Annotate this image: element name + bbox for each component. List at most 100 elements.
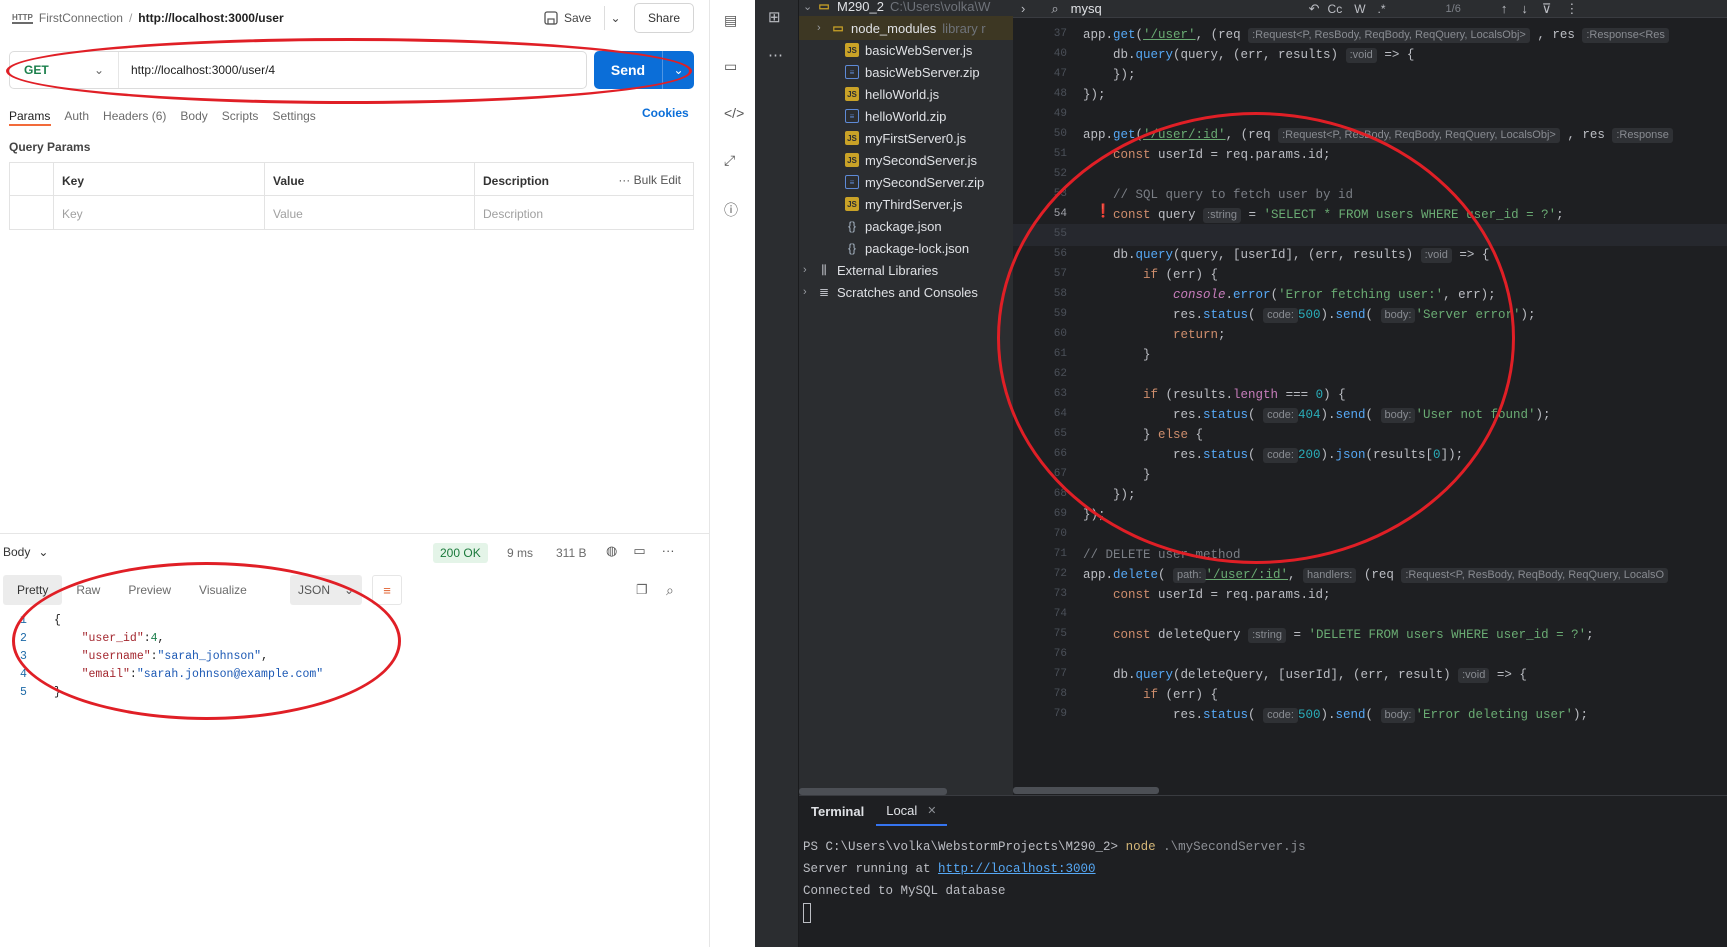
more-icon[interactable]: ⋯ [768,46,783,64]
terminal-output[interactable]: PS C:\Users\volka\WebstormProjects\M290_… [803,836,1306,924]
tree-item[interactable]: JS basicWebServer.js [799,38,1013,62]
tree-item[interactable]: JS myThirdServer.js [799,192,1013,216]
folder-icon: ▭ [818,0,830,13]
javascript-file-icon: JS [845,87,859,101]
tree-item[interactable]: ≡ mySecondServer.zip [799,170,1013,194]
query-params-title: Query Params [9,140,91,154]
column-header-value: Value [265,163,475,195]
column-header-description-label: Description [483,174,550,188]
terminal-tabs: Terminal Local ✕ [799,796,947,826]
breadcrumb-collection[interactable]: FirstConnection [39,11,123,25]
tree-item-label: myThirdServer.js [865,196,963,212]
tree-item[interactable]: › ⫼ External Libraries [799,258,1013,282]
tree-item-label: External Libraries [837,262,939,278]
project-root-path: C:\Users\volka\W [889,0,991,14]
server-link[interactable]: http://localhost:3000 [938,862,1096,876]
terminal-panel: Terminal Local ✕ PS C:\Users\volka\Webst… [799,795,1727,947]
search-icon[interactable]: ⌕ [666,582,674,599]
save-label: Save [564,11,592,25]
tree-item[interactable]: JS myFirstServer0.js [799,126,1013,150]
documentation-icon[interactable]: ▤ [724,12,737,29]
tree-item[interactable]: {} package-lock.json [799,236,1013,260]
code-line: db.query(deleteQuery, [userId], (err, re… [1083,668,1527,683]
info-icon[interactable]: ⓘ [724,200,738,220]
code-line: app.delete( path: '/user/:id', handlers: … [1083,568,1669,583]
key-input[interactable]: Key [54,196,265,229]
zip-file-icon: ≡ [845,175,859,189]
save-response-icon[interactable]: ▭ [633,543,645,559]
tab-auth[interactable]: Auth [64,109,89,123]
zip-file-icon: ≡ [845,109,859,123]
terminal-text: Server running at [803,862,939,876]
tree-item[interactable]: ≡ basicWebServer.zip [799,60,1013,84]
table-header-row: Key Value Description ··· Bulk Edit [10,163,693,196]
tab-local-label: Local [886,802,918,818]
bulk-edit-button[interactable]: ··· Bulk Edit [618,173,681,187]
tab-params[interactable]: Params [9,109,50,123]
tab-settings[interactable]: Settings [272,109,315,123]
project-scrollbar[interactable] [799,788,947,795]
chevron-down-icon: ⌄ [803,0,813,13]
tree-item[interactable]: {} package.json [799,214,1013,238]
javascript-file-icon: JS [845,43,859,57]
code-icon[interactable]: </> [724,105,744,121]
breadcrumb-separator: / [128,11,133,25]
tree-item[interactable]: JS mySecondServer.js [799,148,1013,172]
pane-divider[interactable] [0,533,709,534]
tree-item[interactable]: › ≣ Scratches and Consoles [799,280,1013,304]
globe-icon[interactable]: ◍ [606,543,617,559]
tree-item-label: package-lock.json [865,240,970,256]
share-button[interactable]: Share [634,3,694,33]
tree-item-label: myFirstServer0.js [865,130,967,146]
response-body-select[interactable]: Body ⌄ [3,545,48,559]
tree-item-label: node_modules [851,20,937,36]
status-badge[interactable]: 200 OK [433,543,488,563]
description-input[interactable]: Description [475,196,693,229]
save-button[interactable]: Save [544,6,591,30]
folder-icon: ▭ [832,21,844,35]
tree-item[interactable]: JS helloWorld.js [799,82,1013,106]
query-params-table: Key Value Description ··· Bulk Edit Key … [9,162,694,230]
terminal-line: Server running at http://localhost:3000 [803,862,1096,876]
breadcrumb: HTTP FirstConnection / http://localhost:… [12,8,284,28]
terminal-prompt: PS C:\Users\volka\WebstormProjects\M290_… [803,840,1126,854]
code-line: }); [1083,88,1106,102]
annotation-ellipse-code [997,112,1515,564]
column-header-description: Description ··· Bulk Edit [475,163,693,195]
column-header-key: Key [54,163,265,195]
close-icon[interactable]: ✕ [927,804,936,817]
response-size[interactable]: 311 B [556,546,586,560]
tree-item[interactable]: ≡ helloWorld.zip [799,104,1013,128]
tree-item-label: mySecondServer.js [865,152,977,168]
wrap-icon: ≡ [383,582,391,598]
chevron-down-icon: ⌄ [38,545,49,559]
save-dropdown-button[interactable]: ⌄ [604,6,626,30]
scratches-icon: ≣ [818,285,830,299]
breadcrumb-request[interactable]: http://localhost:3000/user [138,11,283,25]
tree-item[interactable]: › ▭ node_modules library r [799,16,1013,40]
postman-pane: HTTP FirstConnection / http://localhost:… [0,0,709,947]
tab-scripts[interactable]: Scripts [222,109,259,123]
comments-icon[interactable]: ▭ [724,58,737,75]
terminal-command: node [1125,840,1156,854]
row-checkbox[interactable] [10,196,54,229]
editor-scrollbar[interactable] [1013,787,1159,794]
code-line: app.get('/user', (req :Request<P, ResBod… [1083,28,1669,43]
tree-item-note: library r [942,20,986,36]
tab-headers[interactable]: Headers (6) [103,109,166,123]
copy-icon[interactable]: ❐ [636,582,648,598]
related-requests-icon[interactable]: ⤢ [724,152,735,169]
wrap-lines-button[interactable]: ≡ [372,575,402,605]
response-time[interactable]: 9 ms [507,546,533,560]
tab-local[interactable]: Local ✕ [876,796,947,826]
checkbox-column [10,163,54,195]
tree-item-label: package.json [865,218,942,234]
terminal-line: Connected to MySQL database [803,884,1006,898]
structure-icon[interactable]: ⊞ [768,8,781,26]
code-line: res.status( code: 500).send( body: 'Error … [1083,708,1589,723]
cookies-link[interactable]: Cookies [642,106,689,120]
tab-body[interactable]: Body [180,109,207,123]
active-tab-indicator [9,124,51,126]
value-input[interactable]: Value [265,196,475,229]
more-icon[interactable]: ··· [662,543,675,559]
